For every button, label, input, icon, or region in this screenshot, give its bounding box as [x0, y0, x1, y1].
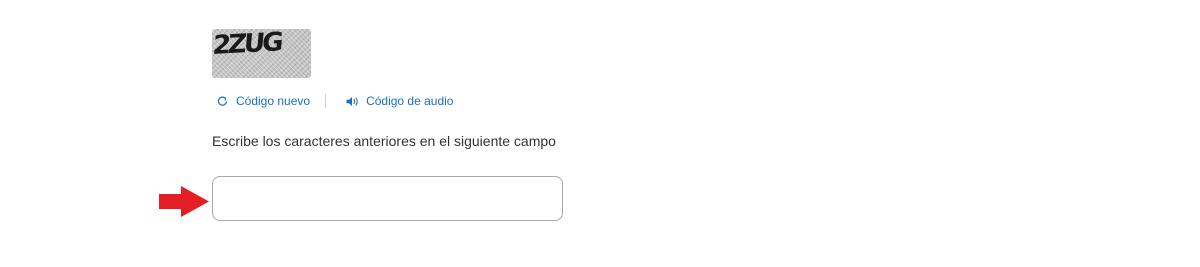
captcha-image: 2ZUG	[212, 29, 311, 78]
audio-code-button[interactable]: Código de audio	[346, 94, 453, 108]
captcha-instruction: Escribe los caracteres anteriores en el …	[212, 133, 556, 149]
new-code-label: Código nuevo	[236, 94, 311, 108]
captcha-input[interactable]	[212, 176, 563, 221]
refresh-icon	[217, 96, 228, 106]
new-code-button[interactable]: Código nuevo	[217, 94, 310, 108]
audio-code-label: Código de audio	[366, 94, 454, 108]
links-divider	[325, 94, 327, 108]
right-arrow-icon	[159, 186, 209, 217]
speaker-icon	[346, 96, 358, 106]
captcha-image-text: 2ZUG	[212, 29, 282, 61]
captcha-page: 2ZUG Código nuevo Código de audio Escrib…	[0, 0, 1200, 267]
captcha-options: Código nuevo Código de audio	[217, 92, 453, 110]
